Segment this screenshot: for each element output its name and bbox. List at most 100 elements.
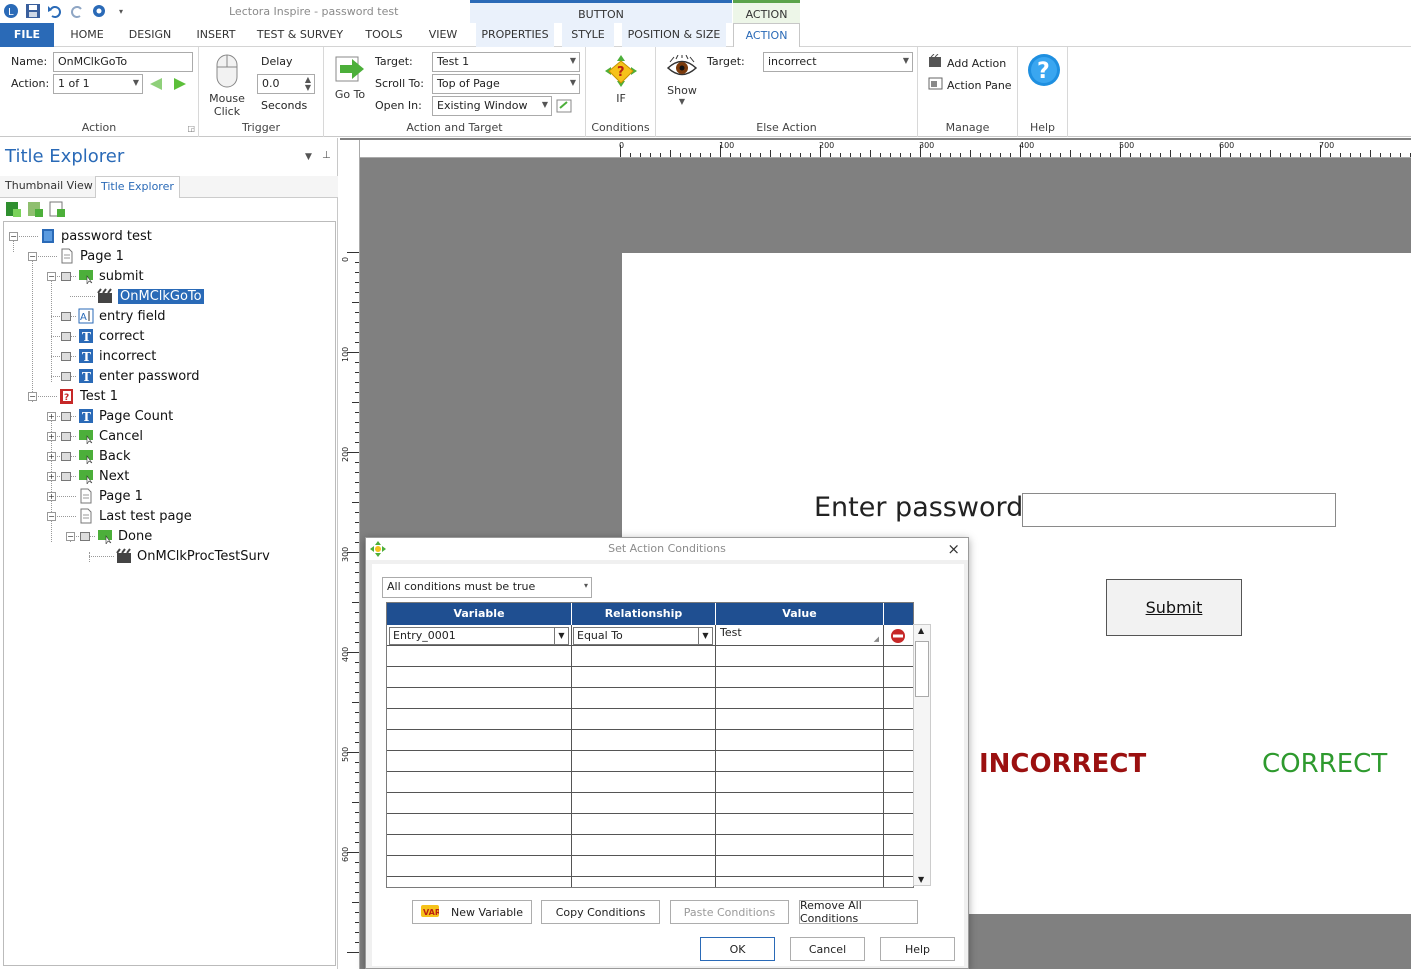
collapse-icon[interactable]: −	[66, 532, 75, 541]
tree-item[interactable]: Back	[78, 446, 131, 466]
undo-icon[interactable]	[46, 2, 64, 20]
tree-item[interactable]: Page 1	[78, 486, 143, 506]
grid-cell[interactable]	[387, 667, 572, 688]
chevron-down-icon[interactable]: ▼	[698, 628, 712, 644]
expand-icon[interactable]: +	[47, 432, 56, 441]
else-show-button[interactable]: Show ▼	[662, 54, 702, 106]
tree-item[interactable]: password test	[40, 226, 152, 246]
tree-item[interactable]: Aentry field	[78, 306, 166, 326]
grid-cell[interactable]	[572, 877, 716, 887]
grid-cell[interactable]	[387, 877, 572, 887]
grid-cell[interactable]	[716, 814, 884, 835]
collapse-icon[interactable]: −	[28, 392, 37, 401]
grid-cell[interactable]	[387, 751, 572, 772]
window-properties-icon[interactable]	[556, 98, 572, 117]
tab-title-explorer[interactable]: Title Explorer	[95, 176, 180, 198]
pin-icon[interactable]: ⊥	[322, 150, 331, 161]
tab-view[interactable]: VIEW	[420, 23, 466, 47]
grid-cell[interactable]	[716, 877, 884, 887]
grid-cell[interactable]	[716, 646, 884, 667]
grid-cell[interactable]	[572, 772, 716, 793]
grid-cell[interactable]	[387, 730, 572, 751]
app-logo-icon[interactable]: L	[2, 2, 20, 20]
if-conditions-button[interactable]: ? IF	[601, 53, 641, 105]
tree-item[interactable]: Page 1	[59, 246, 124, 266]
grid-cell[interactable]	[884, 730, 913, 751]
relationship-select[interactable]: Equal To ▼	[573, 627, 713, 645]
grid-cell[interactable]	[716, 667, 884, 688]
grid-cell[interactable]	[387, 793, 572, 814]
help-button[interactable]: Help	[880, 937, 955, 961]
grid-cell[interactable]	[387, 814, 572, 835]
grid-cell[interactable]	[716, 772, 884, 793]
tab-design[interactable]: DESIGN	[122, 23, 178, 47]
next-action-icon[interactable]	[172, 76, 188, 95]
visibility-box-icon[interactable]	[61, 352, 71, 361]
grid-cell[interactable]	[572, 856, 716, 877]
else-target-select[interactable]: incorrect ▼	[763, 52, 913, 72]
grid-cell[interactable]	[884, 667, 913, 688]
tab-home[interactable]: HOME	[60, 23, 114, 47]
grid-cell[interactable]	[572, 793, 716, 814]
ok-button[interactable]: OK	[700, 937, 775, 961]
tree-item[interactable]: submit	[78, 266, 144, 286]
tab-file[interactable]: FILE	[0, 23, 54, 47]
help-icon[interactable]: ?	[1027, 53, 1061, 90]
add-page-icon[interactable]	[49, 201, 65, 220]
grid-cell[interactable]	[716, 688, 884, 709]
grid-cell[interactable]	[884, 814, 913, 835]
visibility-box-icon[interactable]	[61, 472, 71, 481]
tab-test-survey[interactable]: TEST & SURVEY	[252, 23, 348, 47]
preview-gear-icon[interactable]	[90, 2, 108, 20]
action-pane-button[interactable]: Action Pane	[928, 76, 1012, 94]
copy-conditions-button[interactable]: Copy Conditions	[541, 900, 660, 924]
visibility-box-icon[interactable]	[61, 332, 71, 341]
scroll-down-icon[interactable]: ▼	[918, 875, 924, 884]
grid-cell[interactable]	[387, 646, 572, 667]
grid-cell[interactable]	[884, 751, 913, 772]
expand-icon[interactable]: +	[47, 492, 56, 501]
grid-cell[interactable]	[387, 856, 572, 877]
grid-cell[interactable]	[716, 856, 884, 877]
grid-cell[interactable]	[572, 688, 716, 709]
open-in-select[interactable]: Existing Window ▼	[432, 96, 552, 116]
paste-conditions-button[interactable]: Paste Conditions	[670, 900, 789, 924]
tab-style[interactable]: STYLE	[562, 23, 614, 47]
grid-cell[interactable]	[572, 667, 716, 688]
tree-item[interactable]: Tcorrect	[78, 326, 145, 346]
grid-cell[interactable]	[387, 835, 572, 856]
collapse-icon[interactable]: −	[9, 232, 18, 241]
scroll-to-select[interactable]: Top of Page ▼	[432, 74, 580, 94]
delay-input[interactable]: 0.0 ▲ ▼	[257, 74, 315, 94]
grid-cell[interactable]	[387, 709, 572, 730]
grid-cell[interactable]	[716, 709, 884, 730]
tree-item[interactable]: ? Test 1	[59, 386, 118, 406]
grid-cell[interactable]	[716, 730, 884, 751]
grid-cell[interactable]	[884, 793, 913, 814]
visibility-box-icon[interactable]	[61, 372, 71, 381]
remove-condition-icon[interactable]	[890, 628, 906, 647]
tree-item[interactable]: OnMClkGoTo	[97, 286, 204, 306]
visibility-box-icon[interactable]	[61, 272, 71, 281]
tab-properties[interactable]: PROPERTIES	[476, 23, 554, 47]
dialog-launcher-icon[interactable]: ◲	[187, 124, 195, 133]
grid-cell[interactable]	[884, 709, 913, 730]
grid-cell[interactable]	[884, 646, 913, 667]
tree-item[interactable]: Next	[78, 466, 129, 486]
close-icon[interactable]: ×	[947, 538, 960, 560]
visibility-box-icon[interactable]	[61, 412, 71, 421]
tree-item[interactable]: Done	[97, 526, 152, 546]
expand-icon[interactable]: +	[47, 412, 56, 421]
spinner-icon[interactable]: ▲ ▼	[305, 76, 311, 92]
variable-select[interactable]: Entry_0001 ▼	[389, 627, 569, 645]
new-variable-button[interactable]: VAR New Variable	[412, 900, 532, 924]
save-icon[interactable]	[24, 2, 42, 20]
grid-cell[interactable]	[572, 709, 716, 730]
grid-cell[interactable]	[572, 814, 716, 835]
grid-cell[interactable]	[884, 772, 913, 793]
action-index-select[interactable]: 1 of 1 ▼	[53, 74, 143, 94]
add-action-button[interactable]: Add Action	[928, 53, 1006, 72]
customize-qat-icon[interactable]: ▾	[112, 2, 130, 20]
grid-cell[interactable]	[387, 688, 572, 709]
grid-cell[interactable]	[716, 835, 884, 856]
